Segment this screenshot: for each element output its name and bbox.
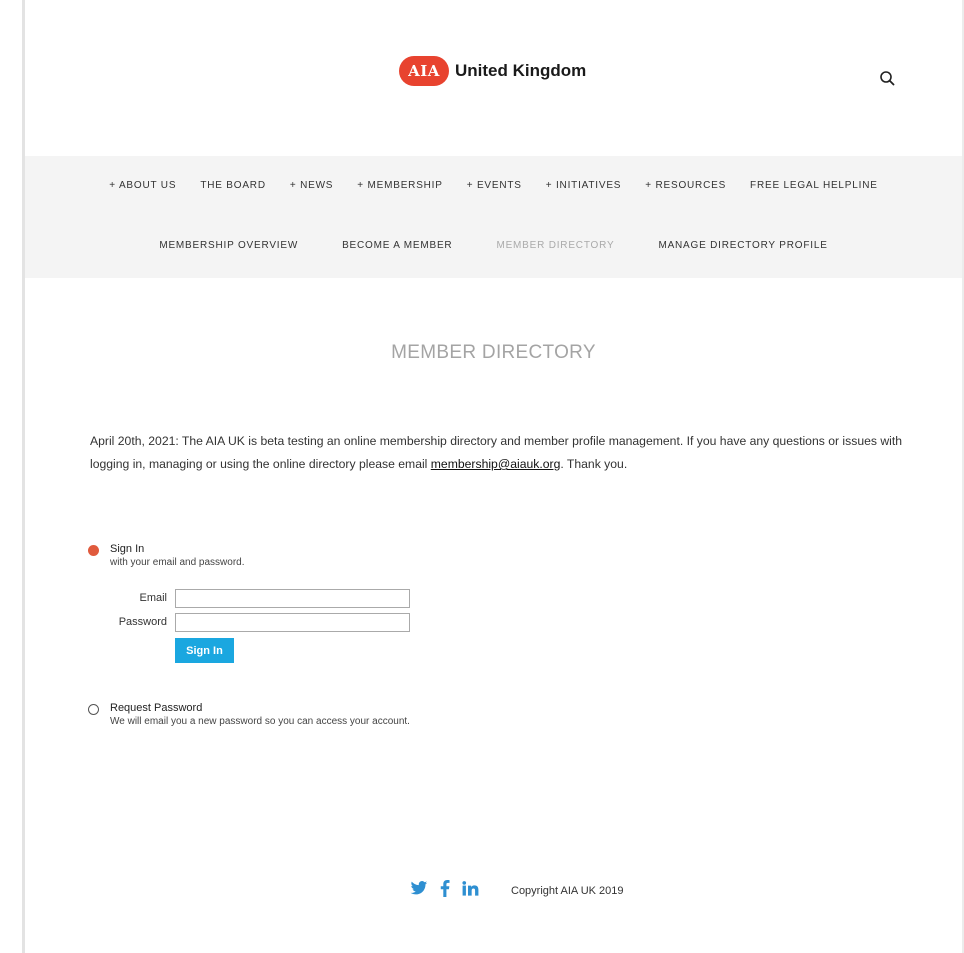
- search-button[interactable]: [873, 64, 903, 94]
- linkedin-icon: [462, 881, 479, 896]
- membership-subnav: MEMBERSHIP OVERVIEW BECOME A MEMBER MEMB…: [25, 240, 962, 251]
- logo-badge: AIA: [399, 56, 449, 86]
- linkedin-link[interactable]: [462, 881, 479, 901]
- nav-free-legal-helpline[interactable]: FREE LEGAL HELPLINE: [750, 180, 878, 191]
- site-logo[interactable]: AIA United Kingdom: [399, 56, 586, 86]
- facebook-icon: [440, 880, 450, 897]
- page-title: MEMBER DIRECTORY: [391, 342, 596, 363]
- membership-email-link[interactable]: membership@aiauk.org: [431, 457, 561, 471]
- site-header: AIA United Kingdom: [25, 0, 962, 156]
- facebook-link[interactable]: [440, 880, 450, 902]
- password-label: Password: [118, 616, 167, 628]
- password-field[interactable]: [175, 613, 410, 632]
- request-password-radio[interactable]: [88, 704, 99, 715]
- copyright-text: Copyright AIA UK 2019: [511, 885, 624, 897]
- nav-news[interactable]: + NEWS: [290, 180, 333, 191]
- main-navigation: + ABOUT US THE BOARD + NEWS + MEMBERSHIP…: [25, 156, 962, 278]
- nav-initiatives[interactable]: + INITIATIVES: [546, 180, 622, 191]
- site-footer: Copyright AIA UK 2019: [410, 880, 624, 902]
- email-label: Email: [139, 592, 167, 604]
- subnav-membership-overview[interactable]: MEMBERSHIP OVERVIEW: [159, 240, 298, 251]
- search-icon: [880, 71, 895, 86]
- primary-nav: + ABOUT US THE BOARD + NEWS + MEMBERSHIP…: [25, 180, 962, 191]
- signin-title: Sign In: [110, 543, 145, 555]
- beta-notice: April 20th, 2021: The AIA UK is beta tes…: [90, 430, 910, 476]
- email-field[interactable]: [175, 589, 410, 608]
- request-password-option: Request Password We will email you a new…: [88, 702, 410, 728]
- nav-events[interactable]: + EVENTS: [467, 180, 522, 191]
- nav-the-board[interactable]: THE BOARD: [200, 180, 266, 191]
- subnav-become-a-member[interactable]: BECOME A MEMBER: [342, 240, 452, 251]
- subnav-manage-directory-profile[interactable]: MANAGE DIRECTORY PROFILE: [658, 240, 827, 251]
- notice-text-end: . Thank you.: [560, 457, 628, 471]
- signin-description: with your email and password.: [110, 557, 245, 568]
- signin-radio[interactable]: [88, 545, 99, 556]
- subnav-member-directory[interactable]: MEMBER DIRECTORY: [496, 240, 614, 251]
- twitter-icon: [410, 881, 428, 895]
- request-password-title: Request Password: [110, 702, 203, 714]
- nav-membership[interactable]: + MEMBERSHIP: [357, 180, 442, 191]
- sign-in-button[interactable]: Sign In: [175, 638, 234, 663]
- signin-option: Sign In with your email and password.: [88, 543, 245, 569]
- logo-text: United Kingdom: [455, 61, 587, 80]
- request-password-description: We will email you a new password so you …: [110, 716, 410, 727]
- twitter-link[interactable]: [410, 881, 428, 901]
- nav-resources[interactable]: + RESOURCES: [645, 180, 726, 191]
- nav-about-us[interactable]: + ABOUT US: [109, 180, 176, 191]
